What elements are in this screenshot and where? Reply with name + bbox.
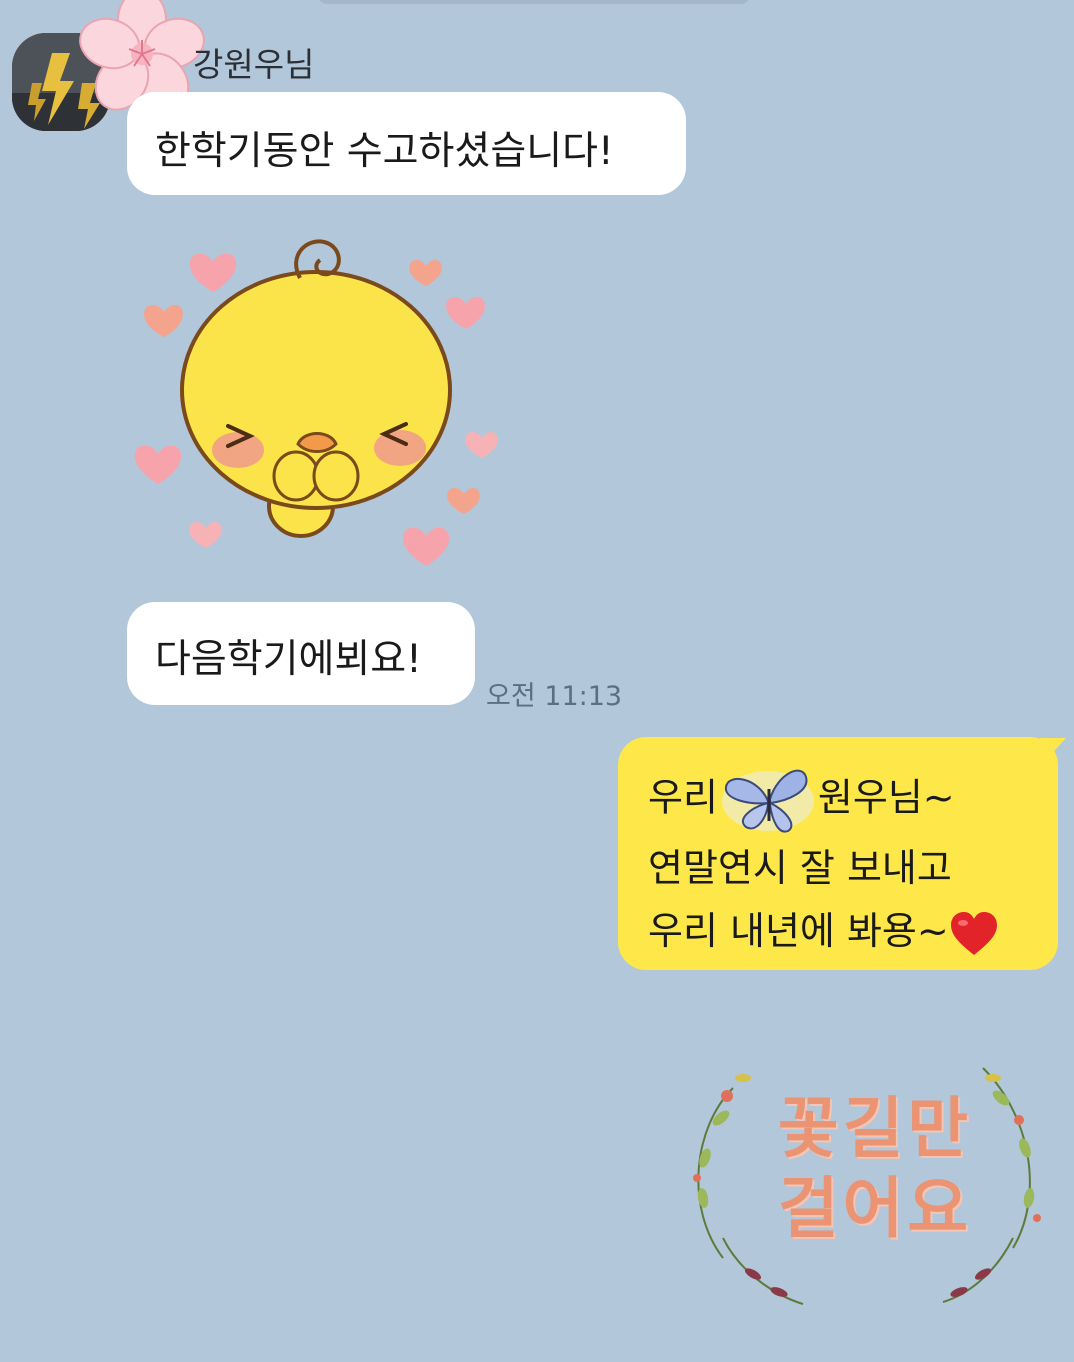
message-line: 연말연시 잘 보내고 bbox=[648, 846, 952, 890]
flower-road-sticker[interactable]: 꽃길만 걸어요 bbox=[683, 1048, 1055, 1310]
butterfly-icon bbox=[721, 769, 814, 833]
message-text: 한학기동안 수고하셨습니다! bbox=[155, 129, 614, 174]
incoming-message-bubble[interactable]: 다음학기에뵈요! bbox=[127, 602, 475, 705]
sticker-text: 꽃길만 bbox=[777, 1089, 973, 1167]
message-text: 우리 bbox=[648, 775, 718, 820]
bubble-tail bbox=[1040, 738, 1066, 760]
outgoing-message-bubble[interactable]: 우리 원우님~ 연말연시 잘 보내고 우리 내년에 봐용~ bbox=[618, 737, 1058, 970]
message-text: 원우님~ bbox=[817, 775, 955, 820]
sticker-text: 걸어요 bbox=[777, 1169, 973, 1247]
message-timestamp: 오전 11:13 bbox=[486, 681, 623, 712]
red-heart-icon bbox=[950, 911, 997, 955]
message-text: 우리 내년에 봐용~ bbox=[648, 909, 949, 953]
chick-heart-sticker[interactable] bbox=[128, 232, 506, 578]
sender-name: 강원우님 bbox=[193, 45, 315, 84]
message-text: 다음학기에뵈요! bbox=[155, 637, 422, 682]
message-line: 우리 원우님~ bbox=[648, 763, 1058, 837]
message-line: 우리 내년에 봐용~ bbox=[648, 900, 1058, 963]
incoming-message-bubble[interactable]: 한학기동안 수고하셨습니다! bbox=[127, 92, 686, 195]
top-scroll-handle bbox=[318, 0, 750, 4]
